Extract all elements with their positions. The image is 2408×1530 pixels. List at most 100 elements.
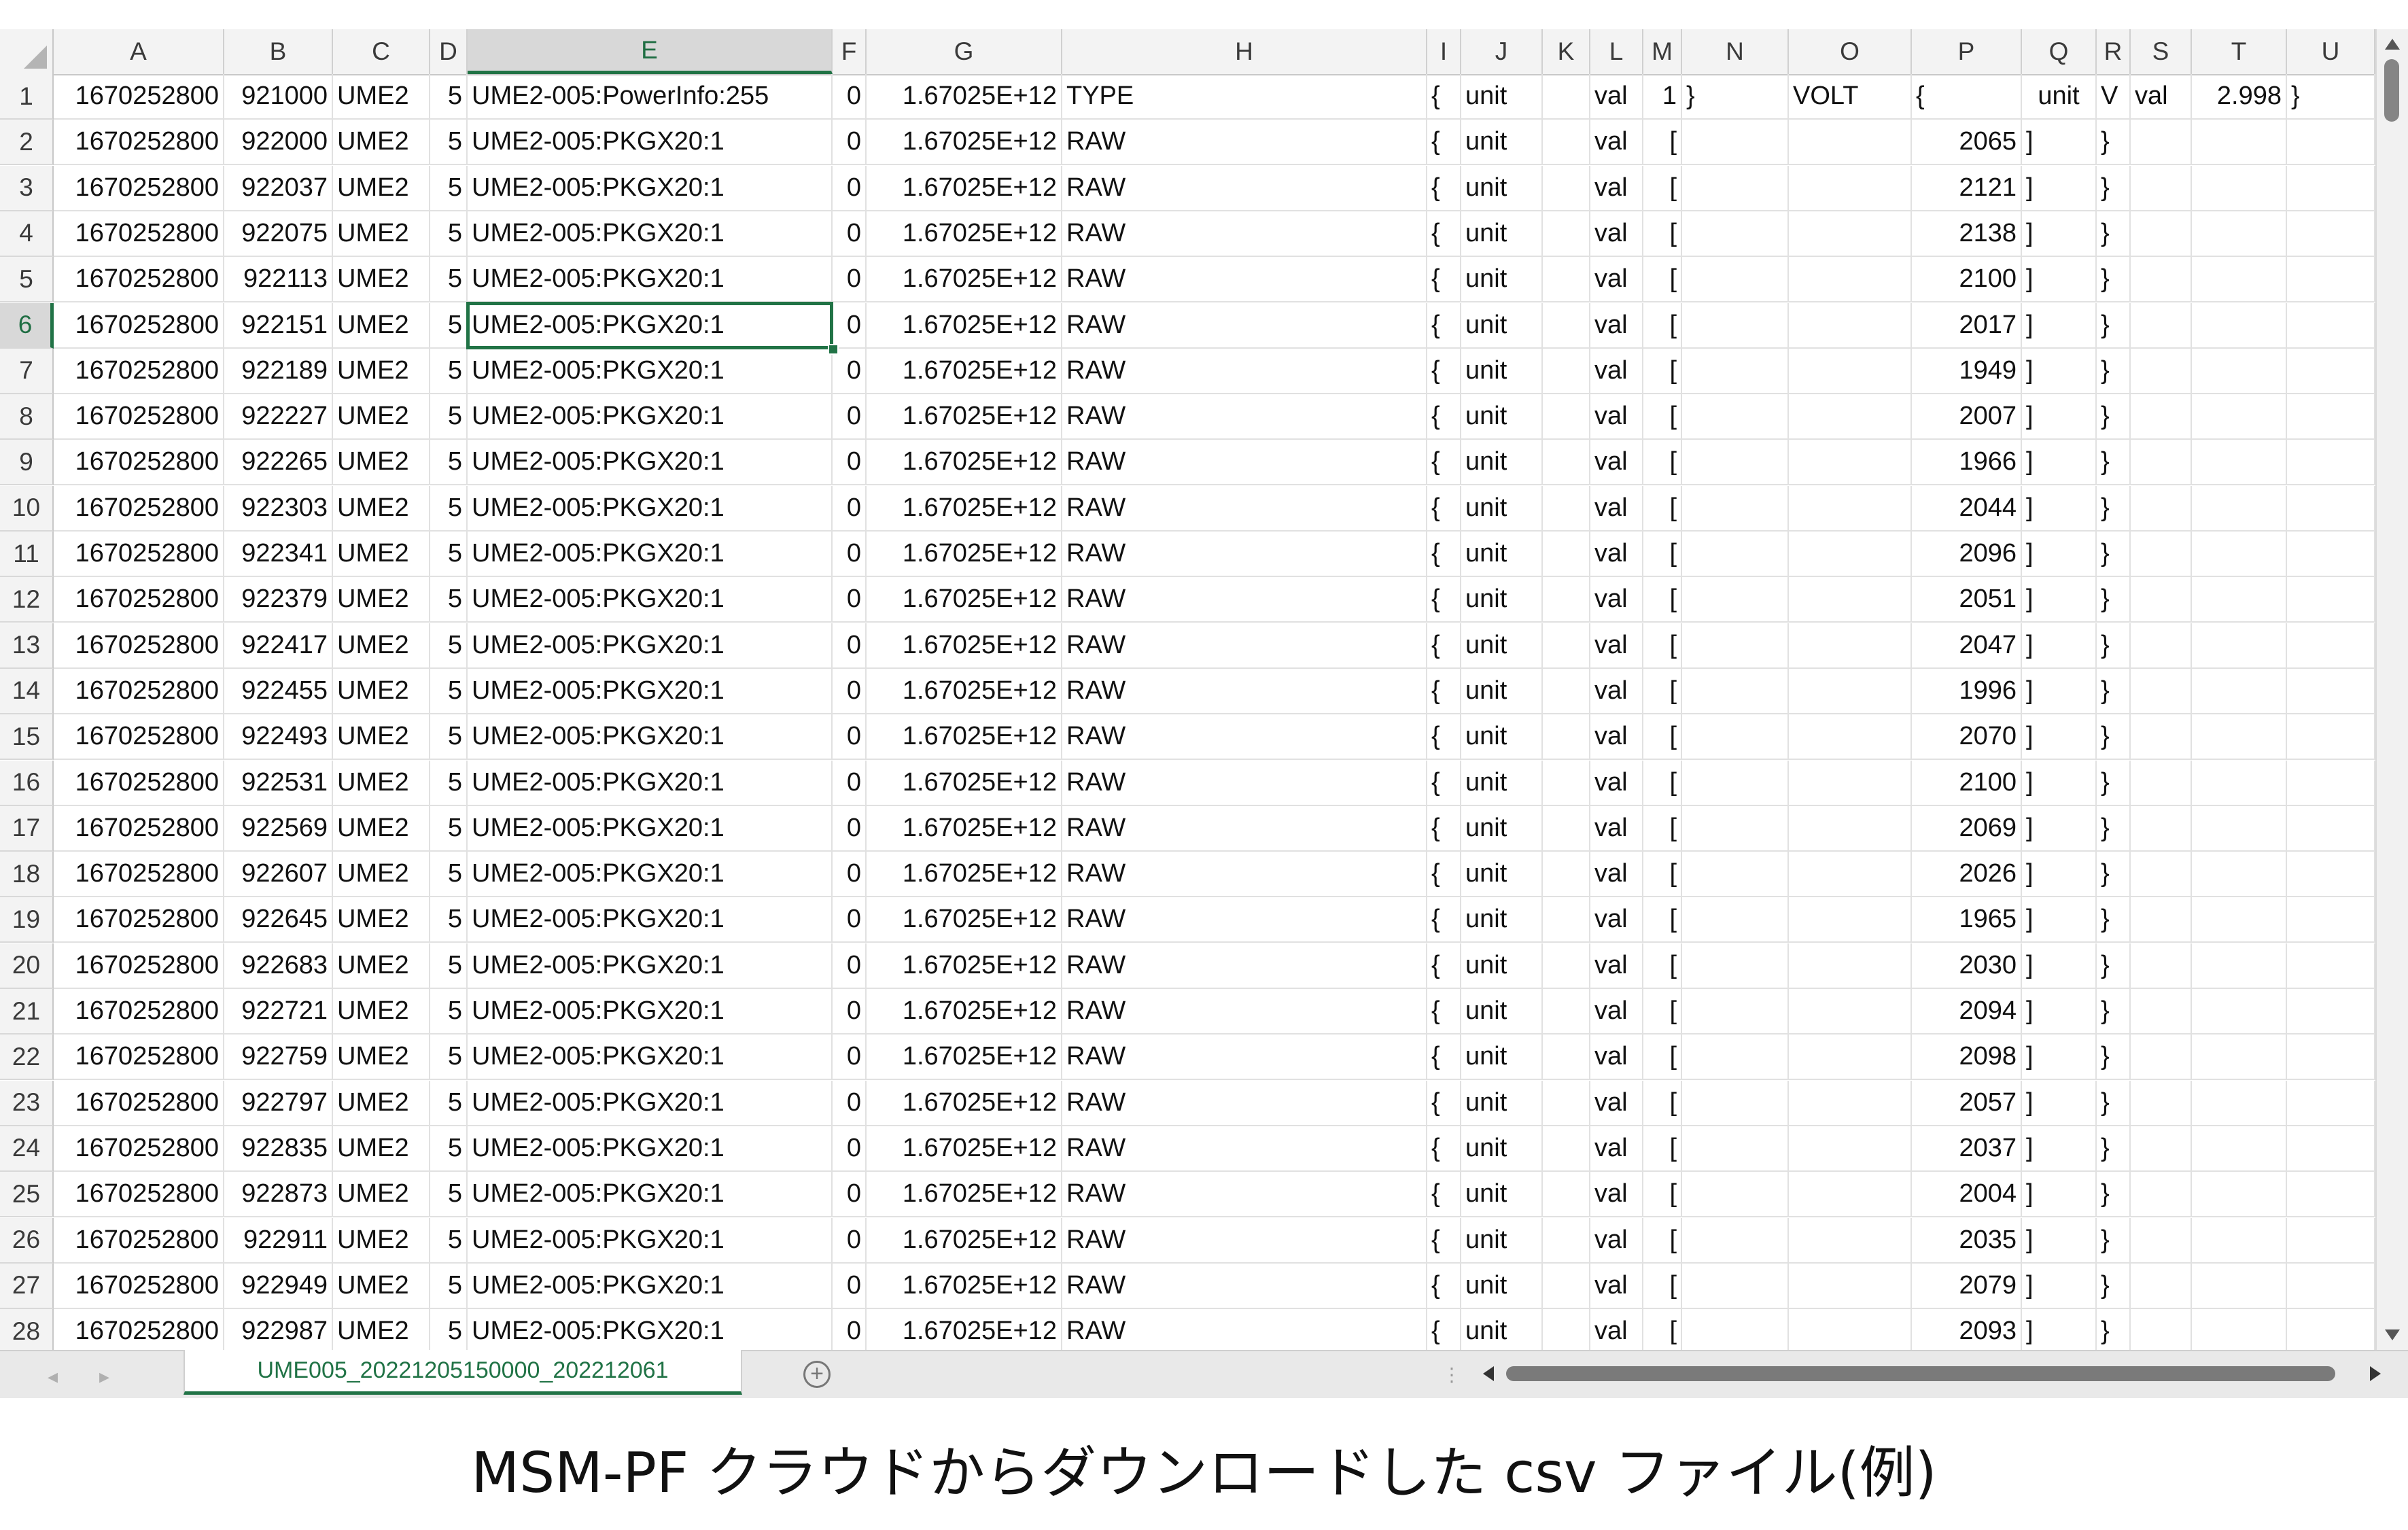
cell-k[interactable] xyxy=(1543,120,1590,166)
cell-i[interactable]: { xyxy=(1427,577,1461,623)
cell-n[interactable] xyxy=(1682,485,1789,532)
cell-c[interactable]: UME2 xyxy=(333,394,430,440)
cell-k[interactable] xyxy=(1543,852,1590,898)
cell-n[interactable] xyxy=(1682,1035,1789,1081)
cell-b[interactable]: 922987 xyxy=(224,1309,333,1350)
cell-l[interactable]: val xyxy=(1590,623,1643,669)
cell-e[interactable]: UME2-005:PKGX20:1 xyxy=(468,1126,833,1172)
cell-l[interactable]: val xyxy=(1590,440,1643,486)
cell-f[interactable]: 0 xyxy=(833,897,867,943)
cell-u[interactable] xyxy=(2287,1126,2375,1172)
cell-g[interactable]: 1.67025E+12 xyxy=(867,120,1062,166)
cell-k[interactable] xyxy=(1543,760,1590,806)
cell-l[interactable]: val xyxy=(1590,302,1643,349)
cell-g[interactable]: 1.67025E+12 xyxy=(867,532,1062,577)
cell-d[interactable]: 5 xyxy=(430,668,468,714)
cell-f[interactable]: 0 xyxy=(833,302,867,349)
cell-e[interactable]: UME2-005:PKGX20:1 xyxy=(468,394,833,440)
cell-o[interactable] xyxy=(1789,668,1912,714)
cell-e[interactable]: UME2-005:PowerInfo:255 xyxy=(468,74,833,120)
cell-f[interactable]: 0 xyxy=(833,760,867,806)
cell-n[interactable] xyxy=(1682,1080,1789,1126)
cell-m[interactable]: [ xyxy=(1643,485,1682,532)
cell-n[interactable] xyxy=(1682,165,1789,211)
cell-t[interactable] xyxy=(2192,211,2287,257)
cell-m[interactable]: 1 xyxy=(1643,74,1682,120)
cell-b[interactable]: 922000 xyxy=(224,120,333,166)
cell-k[interactable] xyxy=(1543,577,1590,623)
cell-q[interactable]: ] xyxy=(2022,897,2097,943)
cell-k[interactable] xyxy=(1543,257,1590,303)
column-header-l[interactable]: L xyxy=(1590,29,1643,74)
cell-n[interactable] xyxy=(1682,302,1789,349)
cell-t[interactable] xyxy=(2192,257,2287,303)
cell-p[interactable]: 1949 xyxy=(1912,348,2022,394)
cell-o[interactable] xyxy=(1789,348,1912,394)
add-sheet-icon[interactable]: + xyxy=(803,1361,831,1388)
cell-j[interactable]: unit xyxy=(1461,1309,1543,1350)
vertical-scrollbar[interactable] xyxy=(2375,29,2408,1350)
cell-b[interactable]: 922417 xyxy=(224,623,333,669)
cell-k[interactable] xyxy=(1543,485,1590,532)
cell-e[interactable]: UME2-005:PKGX20:1 xyxy=(468,623,833,669)
cell-q[interactable]: ] xyxy=(2022,532,2097,577)
column-header-k[interactable]: K xyxy=(1543,29,1590,74)
cell-j[interactable]: unit xyxy=(1461,852,1543,898)
cell-t[interactable] xyxy=(2192,394,2287,440)
cell-s[interactable] xyxy=(2131,1035,2192,1081)
cell-l[interactable]: val xyxy=(1590,1263,1643,1309)
cell-f[interactable]: 0 xyxy=(833,805,867,852)
cell-d[interactable]: 5 xyxy=(430,577,468,623)
cell-p[interactable]: 2051 xyxy=(1912,577,2022,623)
cell-g[interactable]: 1.67025E+12 xyxy=(867,943,1062,989)
cell-l[interactable]: val xyxy=(1590,394,1643,440)
cell-q[interactable]: ] xyxy=(2022,577,2097,623)
cell-q[interactable]: ] xyxy=(2022,302,2097,349)
cell-o[interactable] xyxy=(1789,1217,1912,1264)
cell-s[interactable] xyxy=(2131,211,2192,257)
cell-u[interactable]: } xyxy=(2287,74,2375,120)
cell-g[interactable]: 1.67025E+12 xyxy=(867,211,1062,257)
cell-n[interactable] xyxy=(1682,394,1789,440)
cell-o[interactable] xyxy=(1789,897,1912,943)
cell-t[interactable] xyxy=(2192,485,2287,532)
cell-k[interactable] xyxy=(1543,805,1590,852)
cell-d[interactable]: 5 xyxy=(430,532,468,577)
cell-a[interactable]: 1670252800 xyxy=(54,211,224,257)
cell-j[interactable]: unit xyxy=(1461,74,1543,120)
row-header[interactable]: 23 xyxy=(0,1080,54,1126)
cell-p[interactable]: { xyxy=(1912,74,2022,120)
cell-l[interactable]: val xyxy=(1590,989,1643,1035)
row-header[interactable]: 22 xyxy=(0,1035,54,1081)
cell-e[interactable]: UME2-005:PKGX20:1 xyxy=(468,120,833,166)
cell-j[interactable]: unit xyxy=(1461,943,1543,989)
cell-l[interactable]: val xyxy=(1590,1309,1643,1350)
cell-q[interactable]: ] xyxy=(2022,989,2097,1035)
cell-a[interactable]: 1670252800 xyxy=(54,532,224,577)
cell-l[interactable]: val xyxy=(1590,1172,1643,1218)
cell-h[interactable]: RAW xyxy=(1062,1080,1427,1126)
cell-n[interactable] xyxy=(1682,211,1789,257)
cell-f[interactable]: 0 xyxy=(833,623,867,669)
cell-c[interactable]: UME2 xyxy=(333,760,430,806)
cell-u[interactable] xyxy=(2287,1035,2375,1081)
cell-d[interactable]: 5 xyxy=(430,897,468,943)
cell-j[interactable]: unit xyxy=(1461,211,1543,257)
sheet-tab[interactable]: UME005_20221205150000_202212061 xyxy=(184,1350,742,1395)
cell-h[interactable]: RAW xyxy=(1062,852,1427,898)
cell-b[interactable]: 922645 xyxy=(224,897,333,943)
cell-l[interactable]: val xyxy=(1590,852,1643,898)
cell-h[interactable]: RAW xyxy=(1062,897,1427,943)
cell-b[interactable]: 922113 xyxy=(224,257,333,303)
cell-n[interactable] xyxy=(1682,805,1789,852)
cell-n[interactable] xyxy=(1682,120,1789,166)
cell-r[interactable]: } xyxy=(2097,805,2131,852)
cell-q[interactable]: ] xyxy=(2022,623,2097,669)
column-header-g[interactable]: G xyxy=(867,29,1062,74)
cell-a[interactable]: 1670252800 xyxy=(54,897,224,943)
column-header-f[interactable]: F xyxy=(833,29,867,74)
cell-q[interactable]: ] xyxy=(2022,805,2097,852)
cell-g[interactable]: 1.67025E+12 xyxy=(867,1126,1062,1172)
cell-h[interactable]: RAW xyxy=(1062,623,1427,669)
cell-o[interactable] xyxy=(1789,532,1912,577)
